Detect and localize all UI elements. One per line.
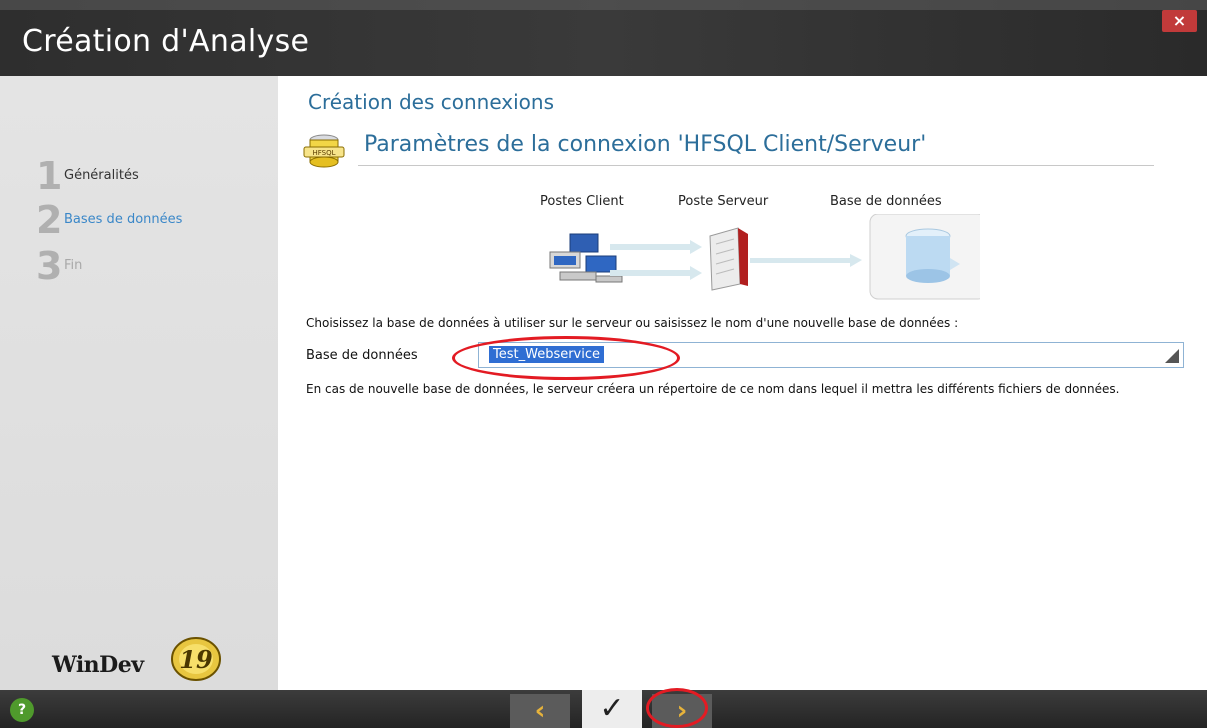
step-number: 3 xyxy=(36,244,63,288)
finish-button[interactable]: ✓ xyxy=(582,690,642,728)
help-button[interactable]: ? xyxy=(10,698,34,722)
previous-button[interactable]: ‹ xyxy=(510,694,570,728)
dropdown-arrow-icon[interactable] xyxy=(1165,349,1179,363)
title-bar: Création d'Analyse × xyxy=(0,0,1207,76)
window-title: Création d'Analyse xyxy=(22,24,310,59)
section-title: Création des connexions xyxy=(308,90,555,114)
step-label: Généralités xyxy=(64,168,139,183)
version-number: 19 xyxy=(179,645,213,674)
next-button[interactable]: › xyxy=(652,694,712,728)
database-note: En cas de nouvelle base de données, le s… xyxy=(306,382,1120,396)
hfsql-database-icon: HFSQL xyxy=(303,134,345,168)
diagram-db-label: Base de données xyxy=(830,194,942,209)
windev-logo: WinDev 19 xyxy=(52,636,242,686)
step-label: Bases de données xyxy=(64,212,183,227)
database-prompt: Choisissez la base de données à utiliser… xyxy=(306,316,959,330)
wizard-sidebar: 1 Généralités 2 Bases de données 3 Fin W… xyxy=(0,76,278,690)
connection-title: Paramètres de la connexion 'HFSQL Client… xyxy=(364,132,927,157)
diagram-server-label: Poste Serveur xyxy=(678,194,769,209)
top-strip xyxy=(0,0,1207,10)
icon-caption: HFSQL xyxy=(312,149,335,157)
step-label: Fin xyxy=(64,258,83,273)
database-cylinder-icon xyxy=(869,214,980,300)
wizard-main-panel: Création des connexions HFSQL Paramètres… xyxy=(278,76,1207,690)
server-icon xyxy=(709,227,748,291)
wizard-footer: ? ‹ ✓ › xyxy=(0,688,1207,728)
database-combo[interactable]: Test_Webservice xyxy=(478,342,1184,368)
database-combo-value[interactable]: Test_Webservice xyxy=(489,346,605,363)
divider xyxy=(358,165,1154,166)
diagram-client-label: Postes Client xyxy=(540,194,624,209)
logo-wordmark: WinDev xyxy=(52,652,144,678)
database-field-label: Base de données xyxy=(306,348,418,363)
client-server-diagram xyxy=(549,214,980,300)
version-badge-icon: 19 xyxy=(171,637,221,681)
step-number: 2 xyxy=(36,198,63,242)
step-number: 1 xyxy=(36,154,63,198)
close-button[interactable]: × xyxy=(1162,10,1197,32)
